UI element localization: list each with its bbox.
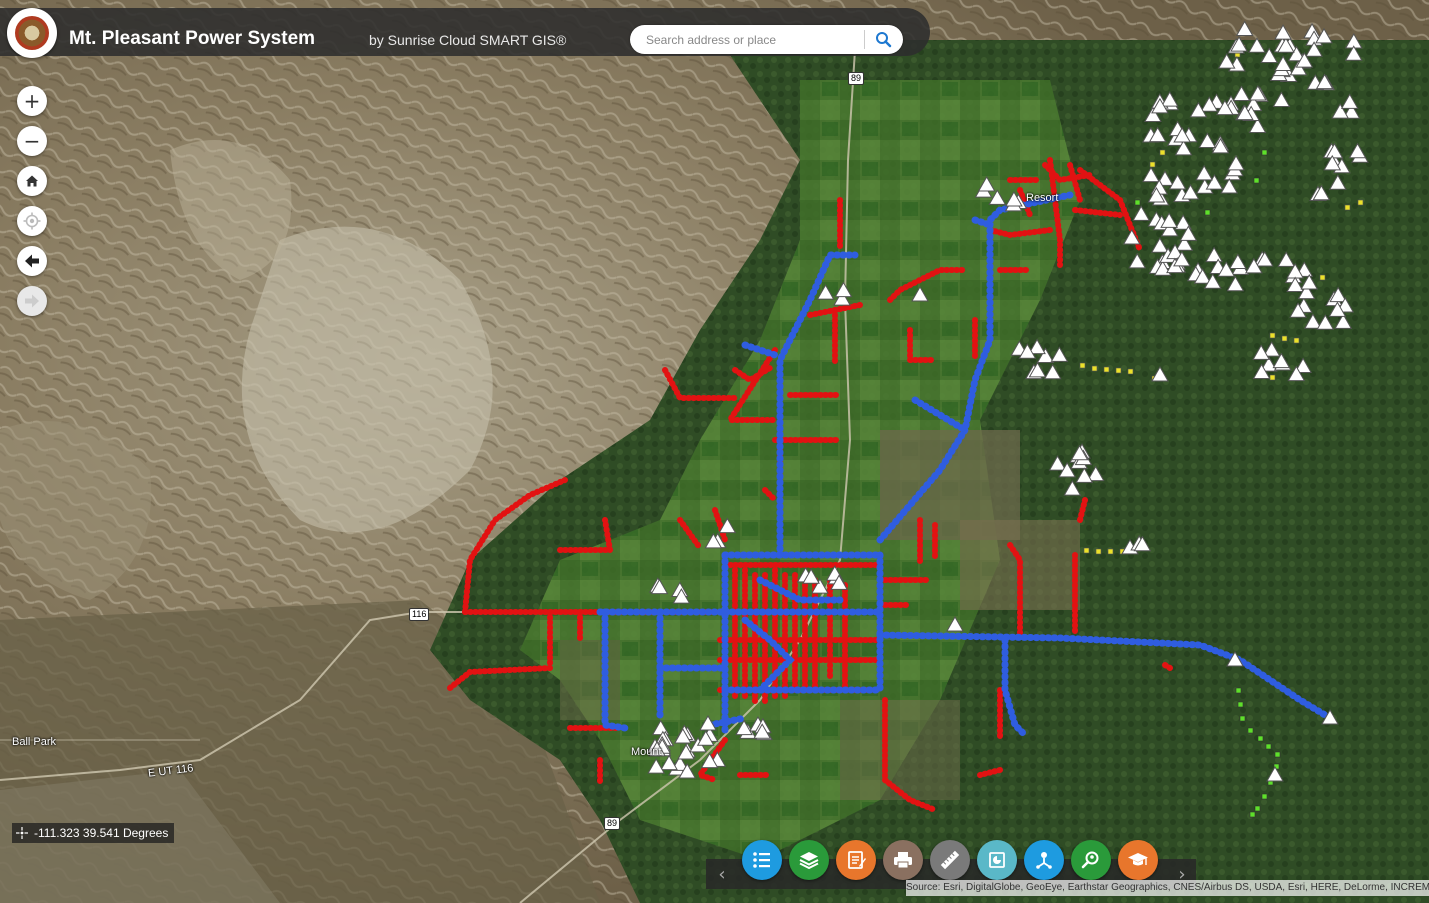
label-ball-park: Ball Park [12,736,57,748]
basemap-button[interactable] [977,840,1017,880]
locate-icon [23,212,41,230]
toolbar-prev-button[interactable]: ‹ [708,859,736,889]
zoom-in-button[interactable]: + [17,86,47,116]
previous-extent-button[interactable] [17,246,47,276]
notes-button[interactable] [836,840,876,880]
label-resort: Resort [1026,192,1059,204]
arrow-right-icon [25,294,39,308]
list-icon [753,852,770,868]
search-box [630,25,903,54]
layers-icon [799,852,819,870]
locate-button[interactable] [17,206,47,236]
app-title: Mt. Pleasant Power System [69,28,316,49]
coordinate-text: -111.323 39.541 Degrees [34,826,169,840]
arrow-left-icon [25,254,39,268]
legend-button[interactable] [742,840,782,880]
zoom-out-button[interactable]: − [17,126,47,156]
directions-button[interactable] [1024,840,1064,880]
search-icon [876,32,892,48]
org-logo [7,8,57,58]
search-person-icon [1081,851,1099,869]
map-canvas[interactable] [0,0,1429,903]
layers-button[interactable] [789,840,829,880]
app-header: Mt. Pleasant Power System by Sunrise Clo… [0,8,930,56]
app-subtitle: by Sunrise Cloud SMART GIS® [369,32,567,48]
shield-116: 116 [409,608,430,621]
label-town: Mount [631,746,662,758]
about-button[interactable] [1118,840,1158,880]
search-input[interactable] [644,29,858,51]
measure-button[interactable] [930,840,970,880]
print-button[interactable] [883,840,923,880]
search-divider [864,30,865,49]
network-icon [1036,852,1052,869]
notes-icon [848,851,866,869]
coordinate-readout[interactable]: -111.323 39.541 Degrees [12,823,175,843]
map-view[interactable]: Ball Park E UT 116 116 89 89 Mount Resor… [0,0,1429,903]
printer-icon [894,852,912,869]
map-attribution: Source: Esri, DigitalGlobe, GeoEye, Eart… [906,880,1429,896]
basemap-icon [989,852,1005,868]
search-button[interactable] [870,27,898,52]
ruler-icon [940,850,960,870]
home-button[interactable] [17,166,47,196]
home-icon [26,175,38,187]
shield-89-bottom: 89 [604,817,621,830]
crosshair-icon [16,827,28,839]
graduation-cap-icon [1128,853,1148,866]
next-extent-button[interactable] [17,286,47,316]
shield-89-top: 89 [848,72,865,85]
query-button[interactable] [1071,840,1111,880]
